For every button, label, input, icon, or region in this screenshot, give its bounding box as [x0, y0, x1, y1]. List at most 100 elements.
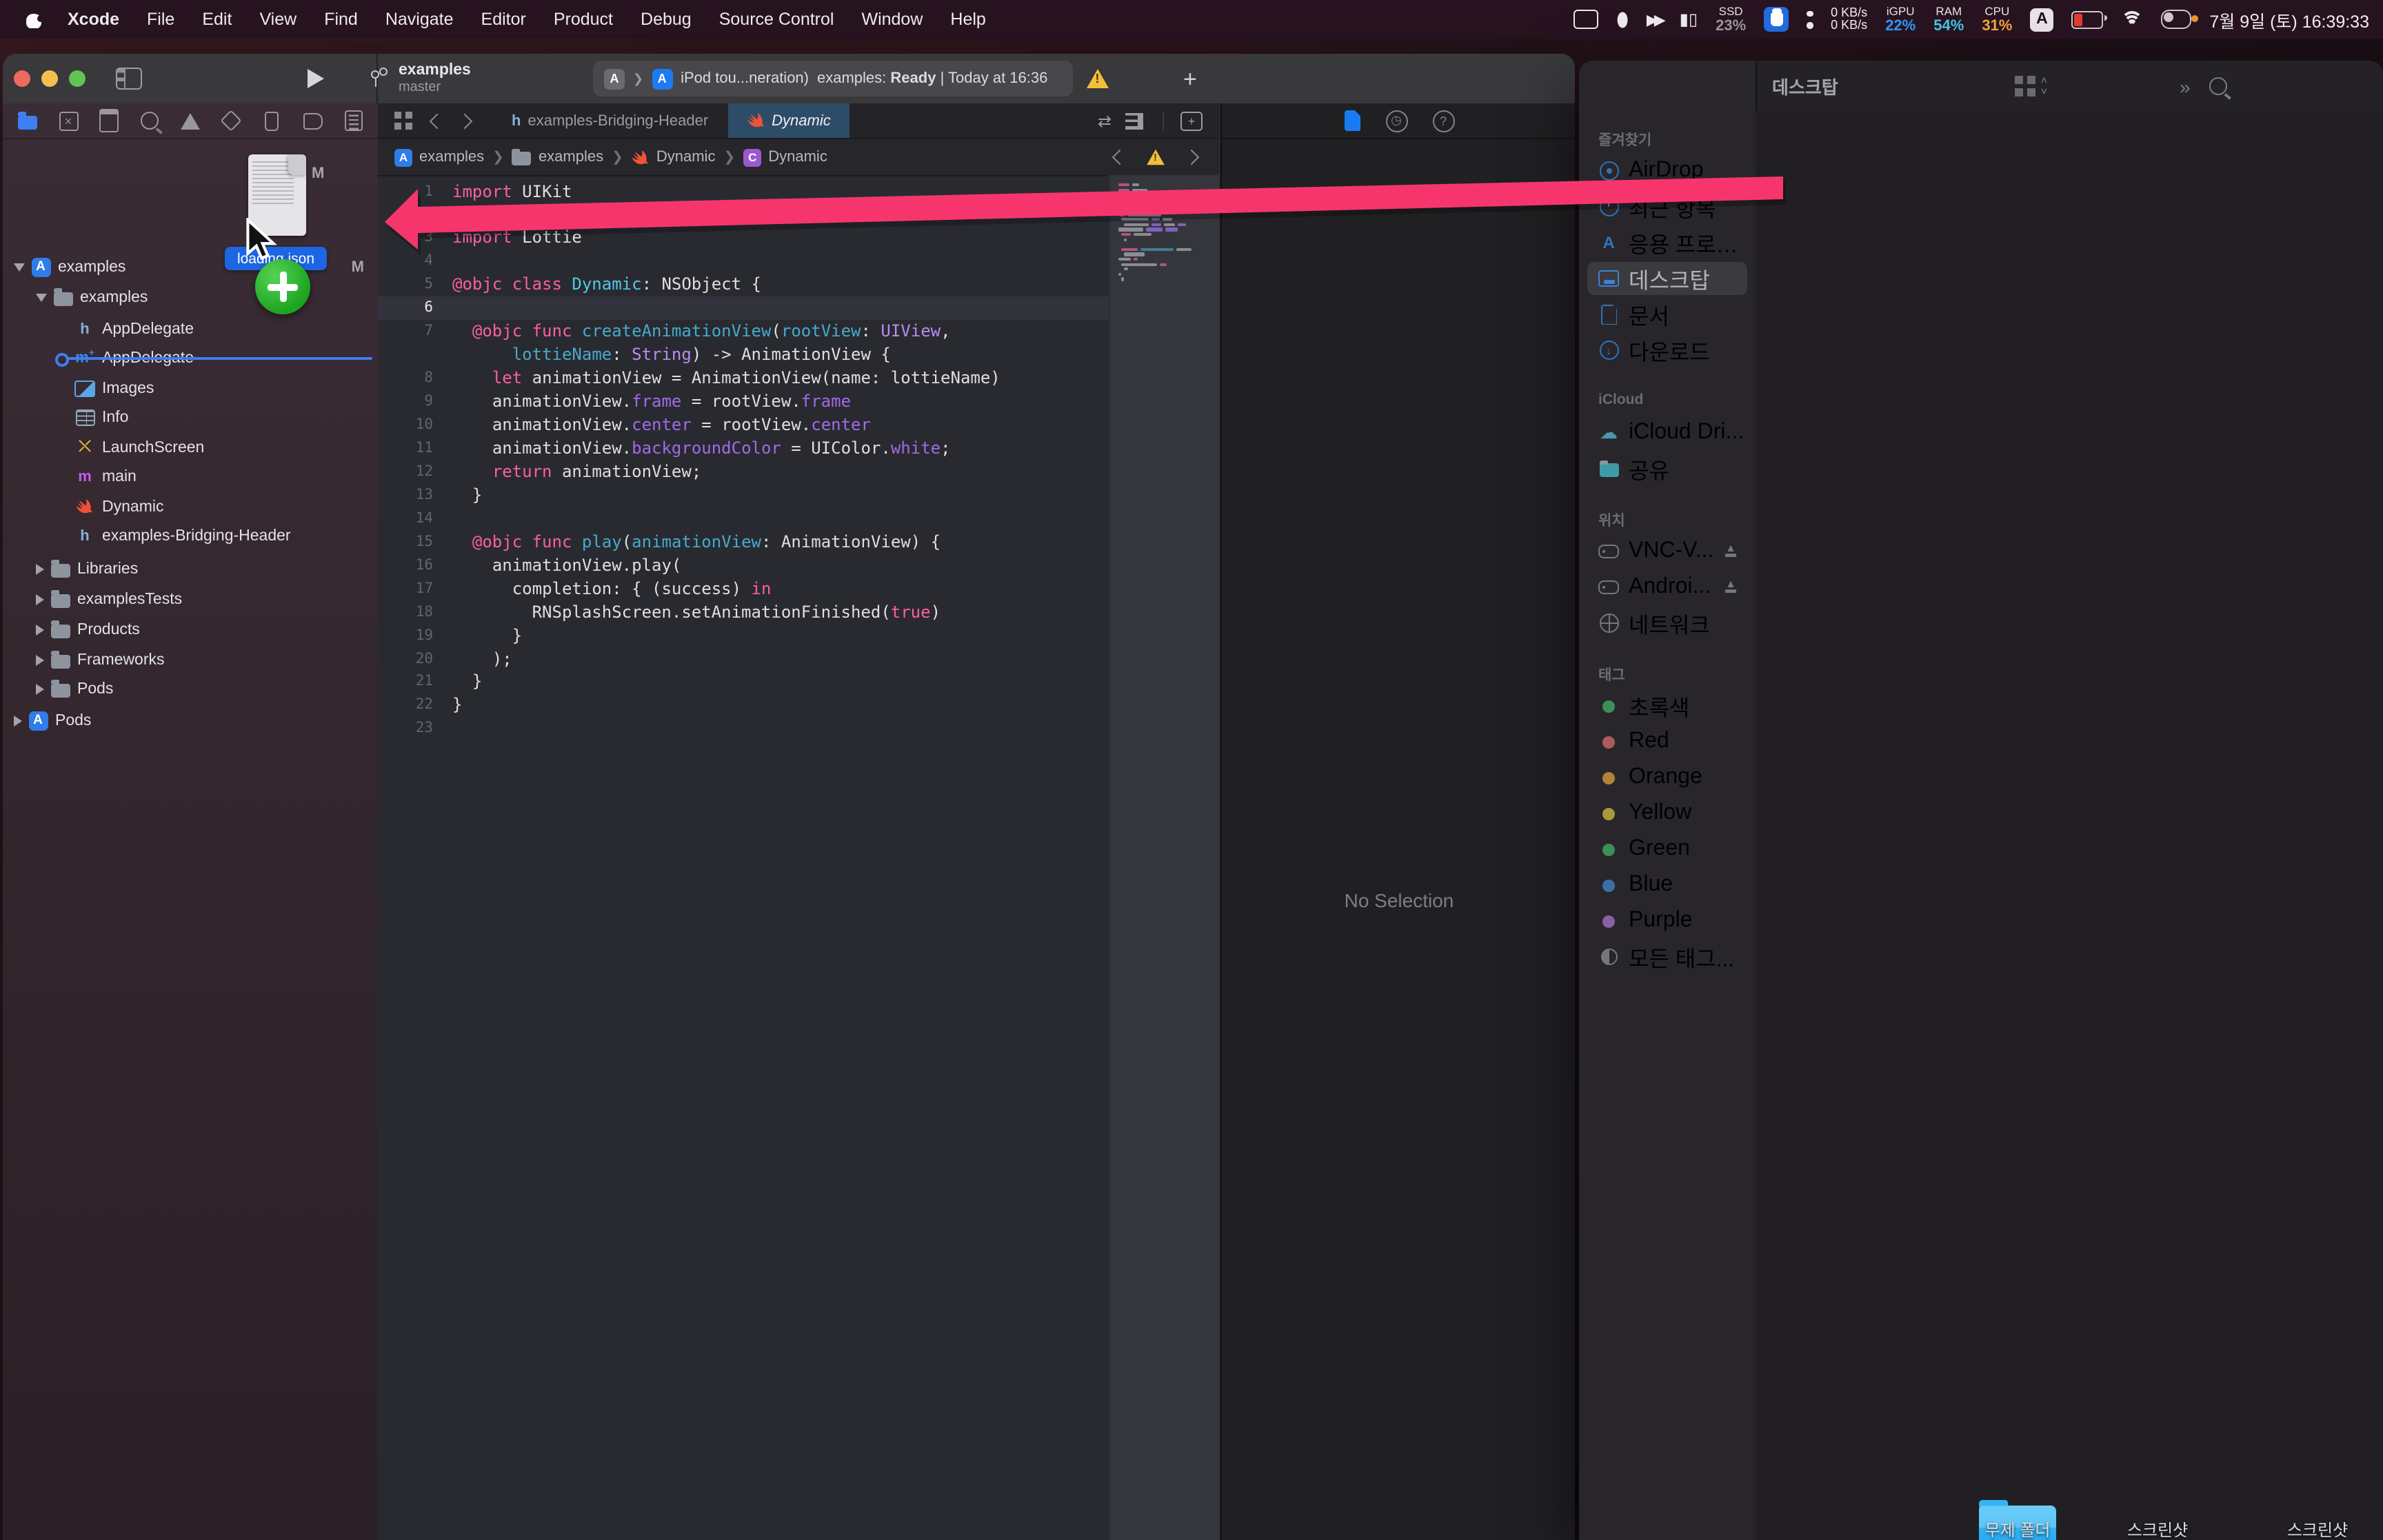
issue-navigator-icon[interactable]: [179, 110, 201, 132]
navigator-row-libraries[interactable]: Libraries: [3, 554, 378, 583]
disclosure-closed-icon[interactable]: [36, 594, 44, 605]
current-code-line[interactable]: 6: [378, 296, 1219, 320]
source-editor[interactable]: 1 import UIKit 2 import Foundation 3 import L…: [378, 175, 1219, 1540]
minimap-toggle-icon[interactable]: [1125, 112, 1143, 129]
sidebar-item-데스크탑[interactable]: 데스크탑: [1587, 262, 1747, 295]
tab-overview-icon[interactable]: [394, 112, 412, 130]
view-chevrons-icon[interactable]: ˄ ˅: [2041, 75, 2047, 97]
code-line[interactable]: 8 let animationView = AnimationView(name…: [378, 366, 1109, 389]
code-line[interactable]: 7 @objc func createAnimationView(rootVie…: [378, 319, 1109, 343]
navigator-row-images[interactable]: Images: [3, 374, 378, 403]
code-line[interactable]: 15 @objc func play(animationView: Animat…: [378, 530, 1109, 554]
find-navigator-icon[interactable]: [139, 110, 161, 132]
sidebar-item-모든-태그-[interactable]: 모든 태그...: [1587, 940, 1747, 973]
sidebar-item-iCloud-Dri-[interactable]: ☁ iCloud Dri...: [1587, 416, 1747, 449]
sidebar-item-Yellow[interactable]: Yellow: [1587, 797, 1747, 830]
code-line[interactable]: 13 }: [378, 483, 1109, 507]
sidebar-item-다운로드[interactable]: ↓ 다운로드: [1587, 334, 1747, 367]
breadcrumb-item-1[interactable]: examples: [512, 148, 603, 165]
navigator-row-launchscreen[interactable]: ⤬ LaunchScreen: [3, 433, 378, 462]
editor-tab-examples-bridging-header[interactable]: h examples-Bridging-Header: [492, 103, 727, 138]
hand-tool-icon[interactable]: [1764, 7, 1789, 32]
sidebar-item-네트워크[interactable]: 네트워크: [1587, 607, 1747, 640]
navigator-row-appdelegate[interactable]: h AppDelegate: [3, 314, 378, 343]
code-line[interactable]: 16 animationView.play(: [378, 553, 1109, 576]
menu-item-file[interactable]: File: [133, 10, 188, 29]
columns-icon[interactable]: ▮▯: [1680, 10, 1698, 29]
code-line[interactable]: 10 animationView.center = rootView.cente…: [378, 413, 1109, 436]
disclosure-closed-icon[interactable]: [14, 715, 22, 726]
navigator-row-products[interactable]: Products: [3, 615, 378, 644]
navigator-toggle-icon[interactable]: [116, 68, 142, 90]
history-inspector-icon[interactable]: ◷: [1385, 110, 1407, 132]
project-navigator-icon[interactable]: #navrail .foldericon:before{background:#…: [17, 110, 39, 132]
code-line[interactable]: 3 import Lottie: [378, 226, 1109, 250]
close-button[interactable]: [14, 70, 30, 87]
sidebar-item-AirDrop[interactable]: AirDrop: [1587, 154, 1747, 188]
code-line[interactable]: 1 import UIKit: [378, 179, 1109, 203]
breadcrumb-item-2[interactable]: Dynamic: [632, 148, 715, 166]
sidebar-item-최근-항목[interactable]: 최근 항목: [1587, 190, 1747, 223]
navigator-row-examples[interactable]: examples: [3, 283, 378, 312]
sidebar-item-Red[interactable]: Red: [1587, 725, 1747, 758]
eject-icon[interactable]: ▲ ▬: [1725, 578, 1736, 595]
breadcrumb-item-0[interactable]: Aexamples: [394, 148, 484, 166]
file-inspector-icon[interactable]: [1344, 110, 1360, 131]
code-line[interactable]: 2 import Foundation: [378, 203, 1109, 226]
toolbar-more-icon[interactable]: »: [2180, 75, 2191, 97]
test-navigator-icon[interactable]: [220, 110, 242, 132]
scheme-info[interactable]: examples master: [399, 61, 471, 95]
wifi-icon[interactable]: [2121, 11, 2144, 28]
debug-navigator-icon[interactable]: [261, 110, 283, 132]
code-line[interactable]: 22}: [378, 693, 1109, 717]
ssd-status[interactable]: SSD 23%: [1716, 5, 1746, 34]
eject-icon[interactable]: ▲ ▬: [1725, 543, 1736, 559]
sidebar-item-VNC-V-[interactable]: VNC-V... ▲ ▬: [1587, 535, 1747, 568]
minimize-button[interactable]: [41, 70, 58, 87]
sidebar-item-공유[interactable]: 공유: [1587, 452, 1747, 485]
sidebar-item-Orange[interactable]: Orange: [1587, 761, 1747, 794]
code-line[interactable]: 12 return animationView;: [378, 460, 1109, 483]
control-center-icon[interactable]: [2161, 10, 2199, 29]
navigator-row-examples-bridging-header[interactable]: h examples-Bridging-Header: [3, 521, 378, 550]
disclosure-closed-icon[interactable]: [36, 624, 44, 635]
sidebar-item-Green[interactable]: Green: [1587, 833, 1747, 866]
minimap[interactable]: [1109, 175, 1219, 1540]
menu-item-navigate[interactable]: Navigate: [372, 10, 467, 29]
code-line[interactable]: 18 RNSplashScreen.setAnimationFinished(t…: [378, 600, 1109, 623]
navigator-row-pods[interactable]: A Pods: [3, 706, 378, 735]
code-line[interactable]: 21 }: [378, 670, 1109, 693]
pill-icon[interactable]: ⬮: [1616, 8, 1629, 31]
search-icon[interactable]: [2209, 77, 2228, 95]
report-navigator-icon[interactable]: [342, 110, 364, 132]
symbol-navigator-icon[interactable]: [98, 109, 120, 132]
sidebar-item-문서[interactable]: 문서: [1587, 298, 1747, 331]
menu-item-source-control[interactable]: Source Control: [705, 10, 848, 29]
navigator-row-pods[interactable]: Pods: [3, 674, 378, 703]
view-switcher-icon[interactable]: [2014, 76, 2035, 97]
menu-item-view[interactable]: View: [245, 10, 310, 29]
input-method-icon[interactable]: A: [2030, 8, 2054, 31]
run-button[interactable]: [308, 69, 324, 88]
zoom-button[interactable]: [69, 70, 86, 87]
breadcrumb-item-3[interactable]: C Dynamic: [743, 148, 827, 166]
dragged-file-icon[interactable]: [248, 154, 306, 236]
navigator-row-info[interactable]: Info: [3, 403, 378, 432]
menu-item-edit[interactable]: Edit: [188, 10, 245, 29]
issue-warning-icon[interactable]: [1147, 149, 1165, 165]
code-line[interactable]: 5 @objc class Dynamic: NSObject {: [378, 273, 1109, 296]
network-speed[interactable]: 0 KB/s 0 KB/s: [1831, 6, 1867, 32]
dots-menu-icon[interactable]: [1807, 10, 1813, 28]
display-mirroring-icon[interactable]: [1573, 10, 1599, 29]
menu-app-name[interactable]: Xcode: [54, 10, 133, 29]
menu-item-find[interactable]: Find: [310, 10, 372, 29]
editor-tab-dynamic[interactable]: Dynamic: [727, 103, 850, 138]
menu-clock[interactable]: 7월 9일 (토) 16:39:33: [2209, 6, 2369, 32]
code-line[interactable]: 4: [378, 250, 1109, 273]
navigator-row-frameworks[interactable]: Frameworks: [3, 645, 378, 674]
navigator-row-examplestests[interactable]: examplesTests: [3, 585, 378, 614]
forward-icon[interactable]: [456, 112, 473, 129]
sidebar-item-초록색[interactable]: 초록색: [1587, 689, 1747, 722]
menu-item-editor[interactable]: Editor: [467, 10, 540, 29]
disclosure-closed-icon[interactable]: [36, 683, 44, 694]
